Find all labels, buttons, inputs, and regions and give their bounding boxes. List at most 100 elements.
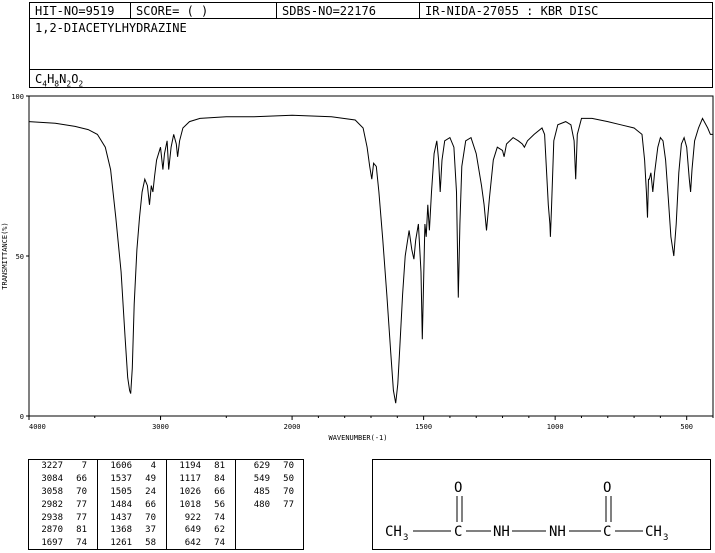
peak-table-row: 1117 84 (167, 473, 235, 486)
peak-wavenumber: 3058 (41, 486, 63, 497)
peak-transmittance: 49 (145, 473, 156, 484)
peak-transmittance: 77 (76, 512, 87, 523)
peak-table-row: 549 50 (236, 473, 303, 486)
peak-wavenumber: 3227 (41, 461, 63, 471)
peak-transmittance: 74 (214, 512, 225, 523)
y-axis-ticks: 100 50 0 (11, 93, 29, 421)
atom-c-left: C (454, 524, 462, 540)
peak-wavenumber: 1261 (110, 538, 132, 549)
peak-transmittance: 70 (283, 461, 294, 471)
peak-transmittance: 70 (283, 486, 294, 497)
ir-spectrum-chart: 100 500 4000 3000 2000 1500 1000 500 WAVENUMBE… (1, 93, 714, 442)
peak-transmittance: 84 (214, 473, 225, 484)
peak-table-row: 3227 7 (29, 460, 97, 473)
peak-wavenumber: 629 (253, 461, 270, 471)
structure-diagram: CH 3 C O NH NH C O CH 3 (385, 480, 668, 543)
peak-table-row: 1505 24 (98, 486, 166, 499)
x-tick-label: 4000 (29, 423, 46, 431)
atom-o-left: O (454, 480, 462, 496)
atom-c-right: C (603, 524, 611, 540)
peak-transmittance: 81 (76, 525, 87, 536)
peak-wavenumber: 1537 (110, 473, 132, 484)
peak-transmittance: 81 (214, 461, 225, 471)
x-axis-ticks: 4000 3000 2000 1500 1000 500 (28, 416, 714, 431)
peak-wavenumber: 1437 (110, 512, 132, 523)
peak-table-row: 649 62 (167, 524, 235, 537)
peak-table-row: 2982 77 (29, 499, 97, 512)
y-tick-label: 50 (16, 253, 24, 261)
peak-table-column: 1194 81 1117 84 1026 66 1018 56 922 74 649 62 642 74 (167, 460, 236, 549)
peak-wavenumber: 1026 (179, 486, 201, 497)
atom-ch3-right: CH (645, 524, 662, 540)
peak-wavenumber: 1117 (179, 473, 201, 484)
atom-ch3-left-sub: 3 (403, 533, 408, 543)
peak-table-row: 1606 4 (98, 460, 166, 473)
peak-table-row: 1018 56 (167, 499, 235, 512)
x-tick-label: 500 (680, 423, 693, 431)
plot-frame (28, 95, 714, 417)
peak-transmittance: 77 (76, 499, 87, 510)
peak-table-row: 480 77 (236, 499, 303, 512)
peak-table-column: 629 70 549 50 485 70 480 77 (236, 460, 303, 549)
peak-wavenumber: 1194 (179, 461, 201, 471)
peak-transmittance: 62 (214, 525, 225, 536)
x-tick-label: 3000 (152, 423, 169, 431)
peak-table-row: 2938 77 (29, 512, 97, 525)
y-tick-label: 100 (11, 93, 24, 101)
peak-table-row: 3058 70 (29, 486, 97, 499)
peak-table-row: 1437 70 (98, 512, 166, 525)
spectrum-line (28, 114, 713, 404)
peak-wavenumber: 2982 (41, 499, 63, 510)
x-tick-label: 1000 (547, 423, 564, 431)
peak-table-column: 3227 7 3084 66 3058 70 2982 77 2938 77 2870 81 1697 7… (29, 460, 98, 549)
peak-transmittance: 66 (145, 499, 156, 510)
atom-nh-right: NH (549, 524, 566, 540)
peak-table-row: 1026 66 (167, 486, 235, 499)
peak-transmittance: 50 (283, 473, 294, 484)
peak-table-column: 1606 4 1537 49 1505 24 1484 66 1437 70 1368 37 1261 5… (98, 460, 167, 549)
peak-transmittance: 66 (214, 486, 225, 497)
peak-transmittance: 70 (145, 512, 156, 523)
peak-wavenumber: 1606 (110, 461, 132, 471)
peak-transmittance: 4 (150, 461, 156, 471)
peak-wavenumber: 549 (253, 473, 270, 484)
peak-wavenumber: 1505 (110, 486, 132, 497)
atom-nh-left: NH (493, 524, 510, 540)
peak-wavenumber: 1697 (41, 538, 63, 549)
peak-table-row: 2870 81 (29, 524, 97, 537)
peak-wavenumber: 2938 (41, 512, 63, 523)
peak-table-row: 922 74 (167, 512, 235, 525)
x-tick-label: 2000 (284, 423, 301, 431)
peak-wavenumber: 3084 (41, 473, 63, 484)
peak-table-row: 1368 37 (98, 524, 166, 537)
structure-box: CH 3 C O NH NH C O CH 3 (372, 459, 711, 550)
peak-table-row: 485 70 (236, 486, 303, 499)
peak-table-row: 1261 58 (98, 537, 166, 550)
peak-wavenumber: 642 (184, 538, 201, 549)
y-axis-label: TRANSMITTANCE(%) (1, 222, 9, 289)
peak-transmittance: 24 (145, 486, 156, 497)
peak-transmittance: 70 (76, 486, 87, 497)
peak-wavenumber: 480 (253, 499, 270, 510)
peak-wavenumber: 2870 (41, 525, 63, 536)
x-axis-label: WAVENUMBER(-1) (328, 434, 387, 442)
atom-ch3-left: CH (385, 524, 402, 540)
peak-wavenumber: 1368 (110, 525, 132, 536)
atom-ch3-right-sub: 3 (663, 533, 668, 543)
peak-transmittance: 74 (76, 538, 87, 549)
peak-transmittance: 74 (214, 538, 225, 549)
peak-wavenumber: 485 (253, 486, 270, 497)
peak-table-row: 1697 74 (29, 537, 97, 550)
peak-table-row: 1484 66 (98, 499, 166, 512)
peak-wavenumber: 1484 (110, 499, 132, 510)
peak-table: 3227 7 3084 66 3058 70 2982 77 2938 77 2870 81 1697 7… (28, 459, 304, 550)
peak-wavenumber: 649 (184, 525, 201, 536)
peak-transmittance: 37 (145, 525, 156, 536)
x-tick-label: 1500 (415, 423, 432, 431)
peak-table-row: 1194 81 (167, 460, 235, 473)
peak-table-row: 3084 66 (29, 473, 97, 486)
peak-table-row: 642 74 (167, 537, 235, 550)
peak-transmittance: 66 (76, 473, 87, 484)
peak-transmittance: 56 (214, 499, 225, 510)
peak-table-row: 629 70 (236, 460, 303, 473)
